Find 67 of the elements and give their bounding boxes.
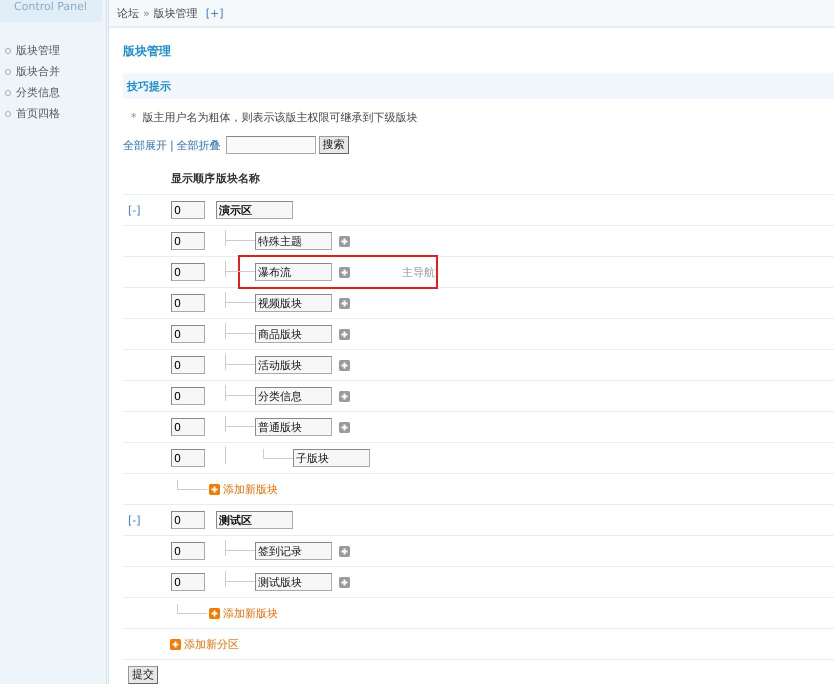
search-button[interactable]: 搜索 <box>318 136 349 154</box>
bullet-icon <box>5 68 11 74</box>
breadcrumb-item[interactable]: 论坛 <box>117 6 139 20</box>
forum-name-field[interactable]: 特殊主题 <box>255 232 332 250</box>
add-child-icon[interactable] <box>339 298 350 308</box>
order-field[interactable]: 0 <box>171 418 205 436</box>
order-field[interactable]: 0 <box>171 232 205 250</box>
forum-name-field[interactable]: 视频版块 <box>255 294 332 312</box>
column-header: 显示顺序 <box>171 171 216 186</box>
forum-name-field[interactable]: 子版块 <box>293 449 370 467</box>
order-field[interactable]: 0 <box>171 356 205 374</box>
sidebar-item[interactable]: 首页四格 <box>16 106 60 121</box>
add-child-icon[interactable] <box>339 360 350 370</box>
collapse-all-link[interactable]: 全部折叠 <box>176 138 221 152</box>
forum-name-field[interactable]: 测试版块 <box>255 573 332 591</box>
forum-name-field[interactable]: 商品版块 <box>255 325 332 343</box>
add-child-icon[interactable] <box>339 422 350 432</box>
sidebar-item[interactable]: 分类信息 <box>16 85 60 100</box>
forum-name-field[interactable]: 普通版块 <box>255 418 332 436</box>
add-icon[interactable] <box>209 608 220 618</box>
sidebar-title: Control Panel <box>0 0 102 22</box>
add-child-icon[interactable] <box>339 576 350 588</box>
page-title: 版块管理 <box>123 43 172 60</box>
nav-label: 主导航 <box>402 264 435 280</box>
expand-toggle[interactable]: [+] <box>206 6 224 20</box>
add-child-icon[interactable] <box>339 390 350 402</box>
add-icon[interactable] <box>209 484 220 494</box>
order-field[interactable]: 0 <box>171 325 205 343</box>
order-field[interactable]: 0 <box>171 263 205 281</box>
forum-name-field[interactable]: 活动版块 <box>255 356 332 374</box>
sidebar-item[interactable]: 版块合并 <box>16 64 60 79</box>
order-field[interactable]: 0 <box>171 542 205 560</box>
order-field[interactable]: 0 <box>171 201 205 219</box>
order-field[interactable]: 0 <box>171 387 205 405</box>
order-field[interactable]: 0 <box>171 294 205 312</box>
collapse-toggle[interactable]: [-] <box>128 514 141 526</box>
link-separator: | <box>170 138 174 152</box>
add-child-icon[interactable] <box>339 546 350 556</box>
collapse-toggle[interactable]: [-] <box>128 204 141 216</box>
bullet-icon <box>5 48 11 54</box>
forum-name-field[interactable]: 瀑布流 <box>255 263 332 281</box>
bullet-icon <box>5 90 11 96</box>
add-child-icon[interactable] <box>339 236 350 246</box>
add-child-icon[interactable] <box>339 266 350 278</box>
column-header: 版块名称 <box>216 171 260 186</box>
bullet-mark: * <box>131 110 136 124</box>
bullet-icon <box>5 110 11 116</box>
order-field[interactable]: 0 <box>171 511 205 529</box>
expand-all-link[interactable]: 全部展开 <box>123 138 167 152</box>
tip-text: 版主用户名为粗体，则表示该版主权限可继承到下级版块 <box>142 110 418 124</box>
submit-button[interactable]: 提交 <box>128 666 158 684</box>
breadcrumb-separator: » <box>143 6 150 20</box>
tree-line <box>225 446 226 464</box>
tree-connector <box>177 604 207 614</box>
forum-name-field[interactable]: 测试区 <box>216 511 293 529</box>
forum-name-field[interactable]: 演示区 <box>216 201 293 219</box>
forum-name-field[interactable]: 分类信息 <box>255 387 332 405</box>
sidebar-item[interactable]: 版块管理 <box>16 43 60 58</box>
order-field[interactable]: 0 <box>171 573 205 591</box>
breadcrumb-item: 版块管理 <box>154 6 198 20</box>
search-field[interactable] <box>226 136 316 154</box>
add-icon[interactable] <box>170 638 181 650</box>
tips-title: 技巧提示 <box>127 78 171 94</box>
add-child-icon[interactable] <box>339 328 350 340</box>
order-field[interactable]: 0 <box>171 449 205 467</box>
tree-connector <box>177 480 207 490</box>
forum-name-field[interactable]: 签到记录 <box>255 542 332 560</box>
